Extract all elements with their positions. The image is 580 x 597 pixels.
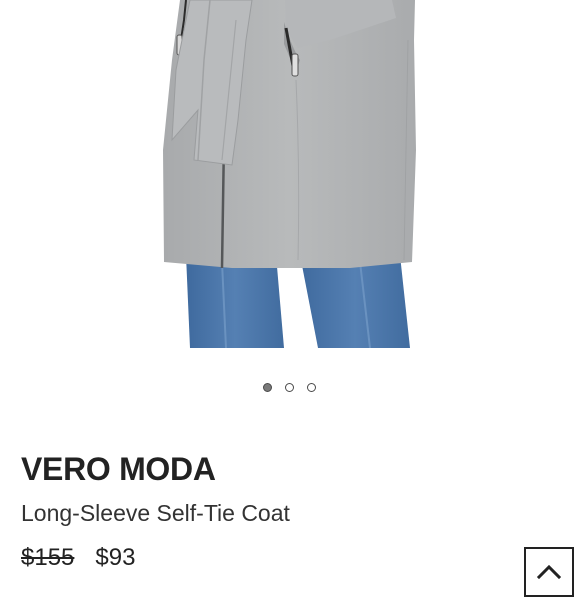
carousel-dot-2[interactable] [284, 383, 294, 392]
price-row: $155 $93 [21, 544, 135, 572]
carousel-dot-1[interactable] [262, 383, 272, 392]
carousel-dot-3[interactable] [306, 383, 316, 392]
carousel-indicators [0, 383, 579, 392]
brand-name[interactable]: VERO MODA [21, 451, 216, 487]
coat-photo [163, 0, 416, 348]
chevron-up-icon [537, 565, 561, 579]
jeans-left-leg [186, 255, 284, 348]
product-title: Long-Sleeve Self-Tie Coat [21, 500, 290, 526]
original-price: $155 [21, 544, 75, 571]
jeans-right-leg [300, 255, 410, 348]
sale-price: $93 [95, 544, 136, 571]
scroll-to-top-button[interactable] [524, 547, 574, 597]
product-image[interactable] [0, 0, 580, 348]
